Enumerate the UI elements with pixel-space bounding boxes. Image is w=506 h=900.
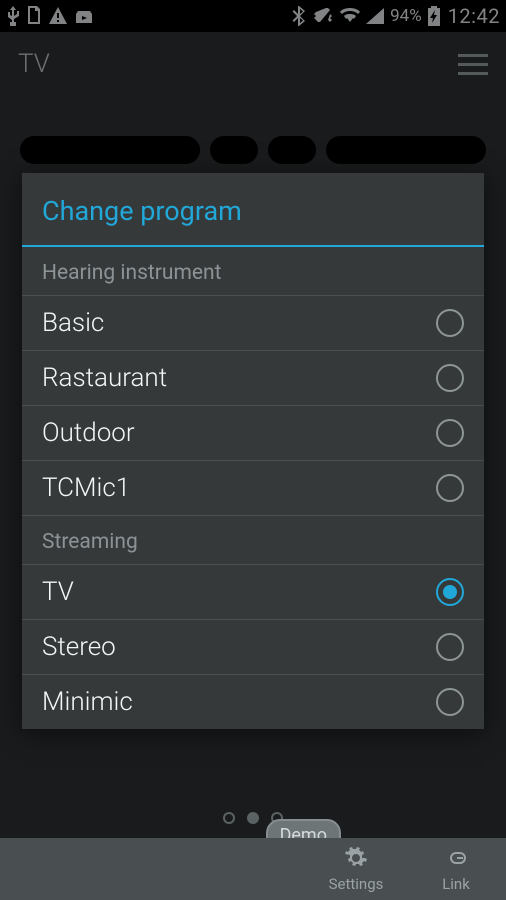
section-header-streaming: Streaming	[22, 516, 484, 565]
dialog-title: Change program	[22, 173, 484, 247]
program-option-basic[interactable]: Basic	[22, 296, 484, 351]
radio-unchecked-icon	[436, 633, 464, 661]
radio-checked-icon	[436, 578, 464, 606]
program-option-outdoor[interactable]: Outdoor	[22, 406, 484, 461]
radio-unchecked-icon	[436, 364, 464, 392]
program-option-minimic[interactable]: Minimic	[22, 675, 484, 729]
radio-unchecked-icon	[436, 309, 464, 337]
program-option-tv[interactable]: TV	[22, 565, 484, 620]
program-label: Stereo	[42, 632, 116, 662]
program-label: TCMic1	[42, 473, 130, 503]
change-program-dialog: Change program Hearing instrument Basic …	[22, 173, 484, 729]
bottom-nav: Settings Link	[0, 838, 506, 900]
program-option-tcmic1[interactable]: TCMic1	[22, 461, 484, 516]
program-label: Basic	[42, 308, 104, 338]
program-label: TV	[42, 577, 74, 607]
program-label: Rastaurant	[42, 363, 167, 393]
nav-settings-label: Settings	[329, 875, 384, 893]
program-option-restaurant[interactable]: Rastaurant	[22, 351, 484, 406]
nav-link[interactable]: Link	[406, 838, 506, 900]
nav-link-label: Link	[442, 875, 470, 893]
section-header-hearing: Hearing instrument	[22, 247, 484, 296]
program-label: Minimic	[42, 687, 133, 717]
program-option-stereo[interactable]: Stereo	[22, 620, 484, 675]
nav-settings[interactable]: Settings	[306, 838, 406, 900]
link-icon	[444, 846, 468, 874]
page-indicator	[0, 812, 506, 824]
radio-unchecked-icon	[436, 688, 464, 716]
gear-icon	[344, 846, 368, 874]
program-label: Outdoor	[42, 418, 135, 448]
radio-unchecked-icon	[436, 419, 464, 447]
radio-unchecked-icon	[436, 474, 464, 502]
